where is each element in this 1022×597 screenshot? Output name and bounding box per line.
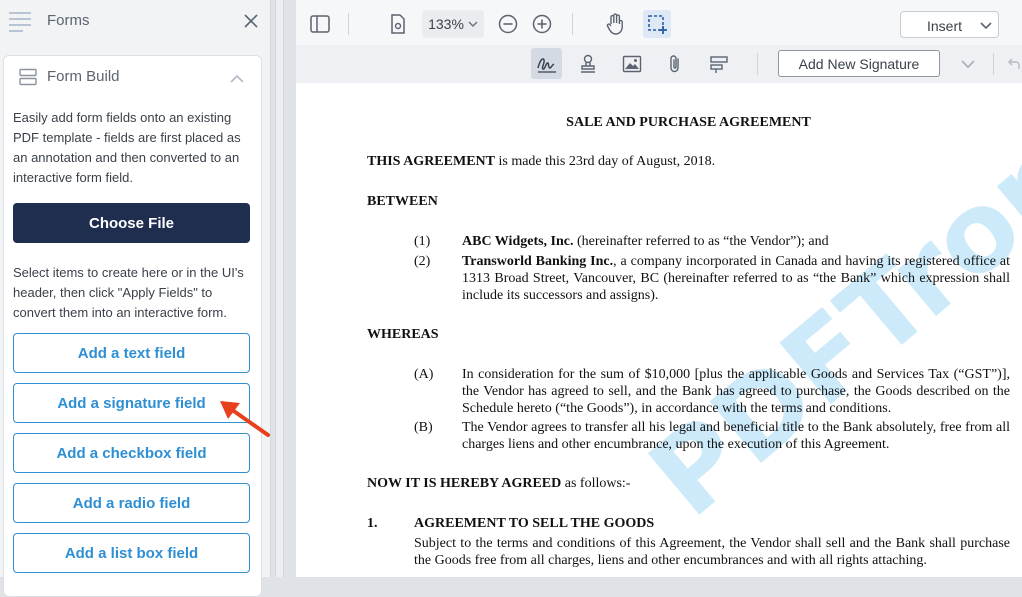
watermark: PDFTron <box>626 109 1022 542</box>
signature-dropdown-icon[interactable] <box>954 50 982 78</box>
section-1-title: AGREEMENT TO SELL THE GOODS <box>414 516 655 531</box>
add-radio-field-button[interactable]: Add a radio field <box>13 483 250 523</box>
select-area-icon[interactable] <box>643 10 671 38</box>
zoom-in-icon[interactable] <box>528 10 556 38</box>
signature-tool-icon[interactable] <box>531 48 562 79</box>
chevron-up-icon[interactable] <box>230 71 244 89</box>
intro-bold: THIS AGREEMENT <box>367 154 495 169</box>
recital-b-number: (B) <box>414 420 433 435</box>
attachment-tool-icon[interactable] <box>661 50 689 78</box>
party-1-name: ABC Widgets, Inc. <box>462 234 574 249</box>
form-build-panel: Form Build Easily add form fields onto a… <box>3 55 262 597</box>
undo-icon[interactable] <box>1004 50 1022 78</box>
panel-resize-handle[interactable] <box>275 0 284 577</box>
close-icon[interactable] <box>243 13 259 29</box>
toolbar-divider <box>348 13 349 35</box>
choose-file-button[interactable]: Choose File <box>13 203 250 243</box>
agreed-text: as follows:- <box>561 476 631 491</box>
party-1-number: (1) <box>414 234 431 249</box>
party-2-text: Transworld Banking Inc., a company incor… <box>462 253 1010 304</box>
sidebar-title: Forms <box>47 12 90 29</box>
stamp-tool-icon[interactable] <box>574 50 602 78</box>
insert-label: Insert <box>927 18 963 34</box>
section-1-number: 1. <box>367 516 378 531</box>
recital-a-text: In consideration for the sum of $10,000 … <box>462 367 1010 416</box>
forms-icon <box>7 10 33 37</box>
party-2-name: Transworld Banking Inc. <box>462 254 614 269</box>
toggle-panel-icon[interactable] <box>306 10 334 38</box>
party-2-number: (2) <box>414 254 431 269</box>
between-heading: BETWEEN <box>367 194 438 209</box>
zoom-select[interactable]: 133% <box>422 10 484 38</box>
whereas-heading: WHEREAS <box>367 327 439 342</box>
add-new-signature-button[interactable]: Add New Signature <box>778 50 940 77</box>
add-text-field-button[interactable]: Add a text field <box>13 333 250 373</box>
document-title: SALE AND PURCHASE AGREEMENT <box>566 115 811 130</box>
toolbar-divider <box>572 13 573 35</box>
main-toolbar: 133% Insert <box>296 0 1022 46</box>
forms-sidebar: Forms Form Build Easily add form fields … <box>0 0 271 597</box>
toolbar-divider <box>757 53 758 75</box>
insert-dropdown[interactable]: Insert <box>900 11 999 38</box>
arrow-annotation-icon <box>214 393 274 446</box>
zoom-out-icon[interactable] <box>494 10 522 38</box>
pan-hand-icon[interactable] <box>601 10 629 38</box>
sidebar-header: Forms <box>0 0 270 42</box>
zoom-level: 133% <box>428 16 464 32</box>
form-build-icon <box>18 68 38 91</box>
chevron-down-icon <box>468 21 478 27</box>
recital-b-text: The Vendor agrees to transfer all his le… <box>462 420 1010 452</box>
add-list-box-field-button[interactable]: Add a list box field <box>13 533 250 573</box>
panel-title: Form Build <box>47 68 120 85</box>
pdf-page[interactable]: PDFTron SALE AND PURCHASE AGREEMENT THIS… <box>296 83 1022 577</box>
panel-description: Easily add form fields onto an existing … <box>13 110 241 185</box>
toolbar-divider <box>993 53 994 75</box>
agreement-intro: THIS AGREEMENT is made this 23rd day of … <box>367 153 715 170</box>
page-settings-icon[interactable] <box>384 10 412 38</box>
panel-instructions: Select items to create here or in the UI… <box>13 265 244 320</box>
recital-a-number: (A) <box>414 367 434 382</box>
agreed-bold: NOW IT IS HEREBY AGREED <box>367 476 562 491</box>
document-viewer: 133% Insert Add New Signature PDFTron SA… <box>284 0 1022 577</box>
image-tool-icon[interactable] <box>618 50 646 78</box>
chevron-down-icon <box>980 22 992 30</box>
callout-tool-icon[interactable] <box>705 50 733 78</box>
intro-text: is made this 23rd day of August, 2018. <box>494 154 716 169</box>
party-1-description: (hereinafter referred to as “the Vendor”… <box>573 234 829 249</box>
insert-toolbar: Add New Signature <box>296 45 1022 84</box>
agreed-clause: NOW IT IS HEREBY AGREED as follows:- <box>367 475 630 492</box>
party-1-text: ABC Widgets, Inc. (hereinafter referred … <box>462 233 1010 250</box>
section-1-text: Subject to the terms and conditions of t… <box>414 536 1010 568</box>
